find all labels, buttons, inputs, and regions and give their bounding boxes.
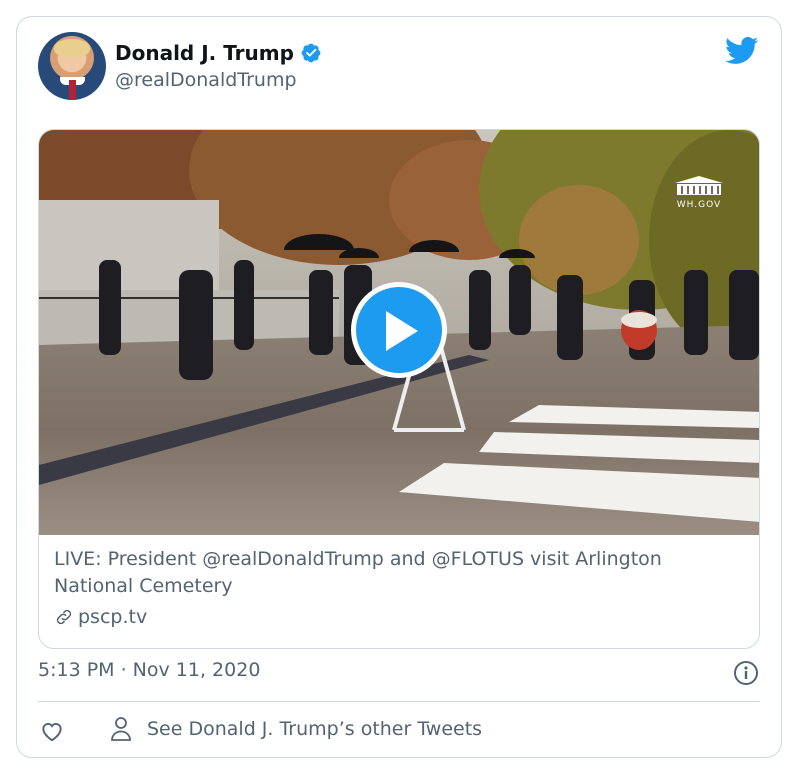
link-preview-host[interactable]: pscp.tv xyxy=(54,606,147,628)
author-handle[interactable]: @realDonaldTrump xyxy=(115,69,297,91)
author-display-name[interactable]: Donald J. Trump xyxy=(115,41,294,65)
whitehouse-logo-icon xyxy=(675,176,723,195)
link-host-text: pscp.tv xyxy=(78,606,148,628)
link-preview-title[interactable]: LIVE: President @realDonaldTrump and @FL… xyxy=(54,546,744,600)
tweet-timestamp[interactable]: 5:13 PM · Nov 11, 2020 xyxy=(38,659,260,681)
whitehouse-watermark: WH.GOV xyxy=(671,175,727,210)
watermark-text: WH.GOV xyxy=(676,200,722,210)
avatar-hair xyxy=(54,39,90,57)
verified-badge-icon xyxy=(301,43,321,63)
twitter-bird-icon[interactable] xyxy=(725,37,759,65)
avatar-tie xyxy=(69,80,76,100)
footer-divider xyxy=(38,701,760,702)
heart-icon[interactable] xyxy=(39,718,65,744)
link-preview-card[interactable]: WH.GOV LIVE: President @realDonaldTrump … xyxy=(38,129,760,649)
link-icon xyxy=(56,609,72,625)
person-icon xyxy=(111,717,131,741)
info-icon[interactable] xyxy=(733,660,759,686)
see-other-tweets-label: See Donald J. Trump’s other Tweets xyxy=(147,718,483,740)
embedded-tweet-card: Donald J. Trump @realDonaldTrump WH.GOV … xyxy=(16,16,782,758)
play-icon xyxy=(386,311,418,351)
author-name-row[interactable]: Donald J. Trump xyxy=(115,41,322,65)
avatar[interactable] xyxy=(38,32,106,100)
see-other-tweets-link[interactable]: See Donald J. Trump’s other Tweets xyxy=(109,716,482,742)
play-button[interactable] xyxy=(351,282,447,378)
